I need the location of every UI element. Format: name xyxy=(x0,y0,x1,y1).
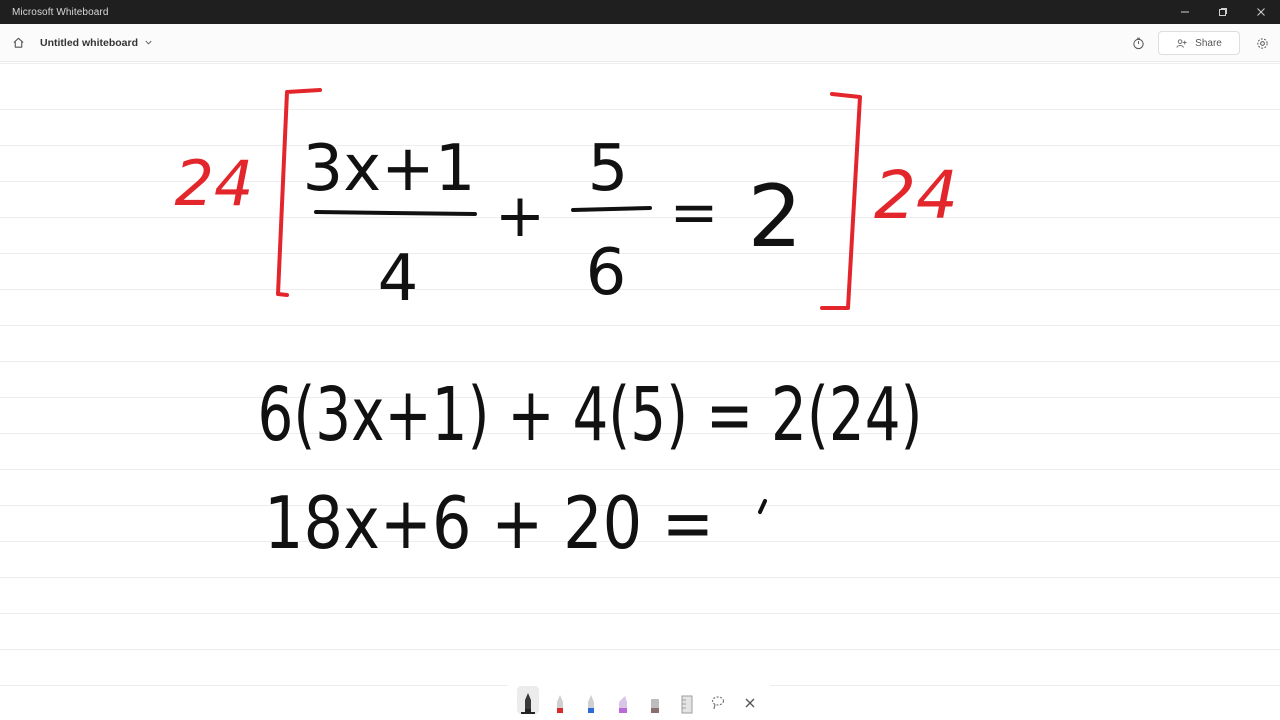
timer-icon xyxy=(1132,37,1144,49)
ink-fraction1-numerator: 3x+1 xyxy=(303,132,476,206)
highlighter-icon xyxy=(619,696,628,713)
ink-line2: 6(3x+1) + 4(5) = 2(24) xyxy=(258,372,923,458)
minimize-icon xyxy=(1181,11,1189,13)
ink-plus-sign: + xyxy=(495,181,545,251)
close-window-button[interactable] xyxy=(1242,0,1280,24)
highlighter-tool[interactable] xyxy=(612,686,634,714)
black-pen-tool[interactable] xyxy=(516,686,539,714)
gear-icon xyxy=(1256,37,1268,49)
lasso-icon xyxy=(712,696,725,710)
close-icon xyxy=(745,698,755,708)
ink-right-bracket xyxy=(820,92,862,310)
settings-button[interactable] xyxy=(1252,33,1272,53)
share-icon xyxy=(1176,38,1187,48)
ink-left-multiplier: 24 xyxy=(175,147,254,220)
board-name-menu[interactable]: Untitled whiteboard xyxy=(40,37,153,49)
ink-line3: 18x+6 + 20 = xyxy=(264,481,714,565)
app-header: Untitled whiteboard Share xyxy=(0,24,1280,62)
pen-icon xyxy=(520,693,535,714)
window-titlebar: Microsoft Whiteboard xyxy=(0,0,1280,24)
home-icon xyxy=(12,37,24,48)
window-title: Microsoft Whiteboard xyxy=(12,6,109,18)
maximize-button[interactable] xyxy=(1204,0,1242,24)
restore-icon xyxy=(1219,8,1227,16)
window-controls xyxy=(1166,0,1280,24)
ruler-icon xyxy=(681,695,693,714)
chevron-down-icon xyxy=(145,40,152,45)
ink-toolbar xyxy=(506,684,772,718)
eraser-icon xyxy=(650,699,659,713)
timer-button[interactable] xyxy=(1128,33,1148,53)
board-name-label: Untitled whiteboard xyxy=(40,36,138,49)
ink-rhs-value: 2 xyxy=(748,167,803,267)
ink-layer: 24 24 3x+1 4 + 5 6 = 2 6(3x+1) + 4(5) = … xyxy=(175,88,958,565)
share-button[interactable]: Share xyxy=(1158,31,1240,55)
home-button[interactable] xyxy=(8,33,28,53)
minimize-button[interactable] xyxy=(1166,0,1204,24)
close-icon xyxy=(1257,8,1265,16)
ink-partial-stroke xyxy=(758,499,767,514)
ink-equals-sign: = xyxy=(670,178,719,246)
ink-fraction1-bar xyxy=(314,210,477,216)
ink-fraction2-numerator: 5 xyxy=(588,132,629,206)
whiteboard-canvas[interactable]: 24 24 3x+1 4 + 5 6 = 2 6(3x+1) + 4(5) = … xyxy=(0,62,1280,720)
blue-pen-tool[interactable] xyxy=(580,686,602,714)
lasso-tool[interactable] xyxy=(707,686,729,714)
ink-fraction1-denominator: 4 xyxy=(378,242,419,316)
app-header-actions: Share xyxy=(1128,24,1272,62)
share-label: Share xyxy=(1195,37,1222,49)
ink-fraction2-denominator: 6 xyxy=(586,236,627,310)
eraser-tool[interactable] xyxy=(644,686,666,714)
red-pen-tool[interactable] xyxy=(549,686,571,714)
ink-right-multiplier: 24 xyxy=(874,157,958,234)
close-toolbar-button[interactable] xyxy=(739,686,761,714)
ruler-tool[interactable] xyxy=(676,686,698,714)
ink-fraction2-bar xyxy=(571,206,652,212)
pen-icon xyxy=(556,695,563,713)
pen-icon xyxy=(588,695,595,713)
